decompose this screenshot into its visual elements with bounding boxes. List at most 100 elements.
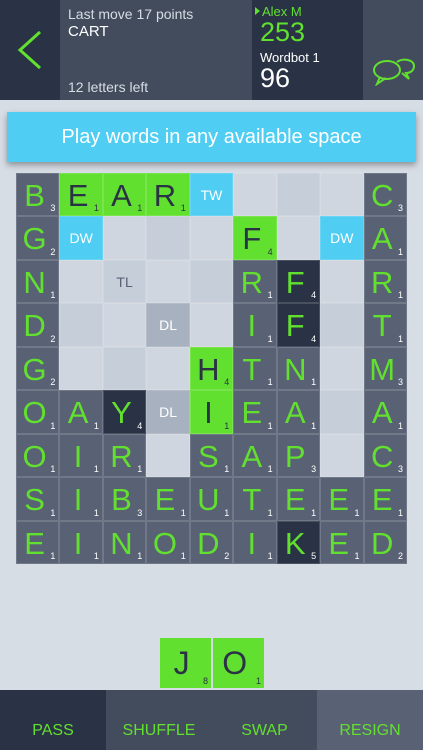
board-tile[interactable]: S1 <box>189 433 234 478</box>
empty-square[interactable] <box>59 259 103 304</box>
tile-points: 3 <box>397 377 403 388</box>
empty-square[interactable] <box>189 259 234 304</box>
board-tile[interactable]: F4 <box>233 216 277 260</box>
tile-points: 3 <box>311 464 317 475</box>
board-tile[interactable]: O1 <box>146 520 190 564</box>
empty-square[interactable] <box>320 346 364 391</box>
board-tile[interactable]: S1 <box>16 477 60 521</box>
empty-square[interactable] <box>146 216 190 260</box>
board-tile[interactable]: T1 <box>233 477 277 521</box>
swap-button[interactable]: SWAP <box>212 690 317 750</box>
tile-letter: E <box>154 482 176 518</box>
board-tile[interactable]: D2 <box>363 520 407 564</box>
board-tile[interactable]: C3 <box>363 173 407 217</box>
empty-square[interactable] <box>320 173 364 217</box>
board-tile[interactable]: H4 <box>189 346 234 391</box>
empty-square[interactable] <box>276 173 321 217</box>
premium-square[interactable]: DL <box>146 303 190 347</box>
empty-square[interactable] <box>59 303 103 347</box>
board-tile[interactable]: I1 <box>233 520 277 564</box>
board-tile[interactable]: E1 <box>320 520 364 564</box>
board-tile[interactable]: A1 <box>59 390 103 434</box>
empty-square[interactable] <box>59 346 103 391</box>
rack-tile[interactable]: O 1 <box>213 638 264 688</box>
board-tile[interactable]: A1 <box>102 173 147 217</box>
board-tile[interactable]: A1 <box>363 390 407 434</box>
board-tile[interactable]: E1 <box>276 477 321 521</box>
board-tile[interactable]: I1 <box>59 433 103 478</box>
chat-button[interactable] <box>363 0 423 100</box>
premium-square[interactable]: DL <box>146 390 190 434</box>
board-tile[interactable]: A1 <box>276 390 321 434</box>
board-tile[interactable]: E1 <box>59 173 103 217</box>
board-tile[interactable]: G2 <box>16 346 60 391</box>
board-tile[interactable]: O1 <box>16 433 60 478</box>
board-tile[interactable]: E1 <box>146 477 190 521</box>
board-tile[interactable]: U1 <box>189 477 234 521</box>
empty-square[interactable] <box>320 303 364 347</box>
game-board[interactable]: B 3 E 1 A 1 R 1 TW C 3 G 2 DW F 4 DW A 1 N 1 TL R 1 F 4 R 1 D 2 DL I 1 F 4… <box>16 173 407 564</box>
board-tile[interactable]: N1 <box>276 346 321 391</box>
empty-square[interactable] <box>189 216 234 260</box>
empty-square[interactable] <box>320 259 364 304</box>
empty-square[interactable] <box>102 303 147 347</box>
board-tile[interactable]: F4 <box>276 303 321 347</box>
tile-points: 1 <box>224 507 230 518</box>
board-tile[interactable]: R1 <box>146 173 190 217</box>
board-tile[interactable]: A1 <box>233 433 277 478</box>
empty-square[interactable] <box>320 433 364 478</box>
board-tile[interactable]: E1 <box>320 477 364 521</box>
premium-square[interactable]: TW <box>189 173 234 217</box>
premium-square[interactable]: DW <box>59 216 103 260</box>
board-tile[interactable]: C3 <box>363 433 407 478</box>
board-tile[interactable]: N1 <box>102 520 147 564</box>
empty-square[interactable] <box>189 303 234 347</box>
board-tile[interactable]: R1 <box>233 259 277 304</box>
pass-button[interactable]: PASS <box>0 690 106 750</box>
board-tile[interactable]: O1 <box>16 390 60 434</box>
board-tile[interactable]: E1 <box>233 390 277 434</box>
board-tile[interactable]: E1 <box>16 520 60 564</box>
board-tile[interactable]: I1 <box>59 520 103 564</box>
board-tile[interactable]: I1 <box>233 303 277 347</box>
tile-letter: E <box>24 525 45 561</box>
back-button[interactable] <box>0 0 60 100</box>
premium-square[interactable]: DW <box>320 216 364 260</box>
board-tile[interactable]: R1 <box>102 433 147 478</box>
board-tile[interactable]: R1 <box>363 259 407 304</box>
board-tile[interactable]: K5 <box>276 520 321 564</box>
empty-square[interactable] <box>146 346 190 391</box>
empty-square[interactable] <box>102 346 147 391</box>
board-tile[interactable]: T1 <box>233 346 277 391</box>
empty-square[interactable] <box>102 216 147 260</box>
empty-square[interactable] <box>146 259 190 304</box>
tile-letter: R <box>240 264 264 300</box>
board-tile[interactable]: M3 <box>363 346 407 391</box>
board-tile[interactable]: Y4 <box>102 390 147 434</box>
rack-tile[interactable]: J 8 <box>160 638 211 688</box>
board-tile[interactable]: A1 <box>363 216 407 260</box>
board-tile[interactable]: I1 <box>59 477 103 521</box>
board-tile[interactable]: E1 <box>363 477 407 521</box>
board-tile[interactable]: G2 <box>16 216 60 260</box>
board-tile[interactable]: N1 <box>16 259 60 304</box>
board-tile[interactable]: D2 <box>16 303 60 347</box>
empty-square[interactable] <box>146 433 190 478</box>
board-tile[interactable]: D2 <box>189 520 234 564</box>
empty-square[interactable] <box>233 173 277 217</box>
empty-square[interactable] <box>276 216 321 260</box>
premium-square[interactable]: TL <box>102 259 147 304</box>
empty-square[interactable] <box>320 390 364 434</box>
board-tile[interactable]: I1 <box>189 390 234 434</box>
tile-points: 1 <box>137 203 143 214</box>
board-tile[interactable]: P3 <box>276 433 321 478</box>
last-move-panel: Last move 17 points CART 12 letters left <box>60 0 252 100</box>
rack-tile-points: 8 <box>202 676 208 686</box>
board-tile[interactable]: T1 <box>363 303 407 347</box>
board-tile[interactable]: B3 <box>102 477 147 521</box>
shuffle-button[interactable]: SHUFFLE <box>106 690 212 750</box>
tile-points: 1 <box>397 290 403 301</box>
board-tile[interactable]: F4 <box>276 259 321 304</box>
resign-button[interactable]: RESIGN <box>317 690 423 750</box>
board-tile[interactable]: B3 <box>16 173 60 217</box>
